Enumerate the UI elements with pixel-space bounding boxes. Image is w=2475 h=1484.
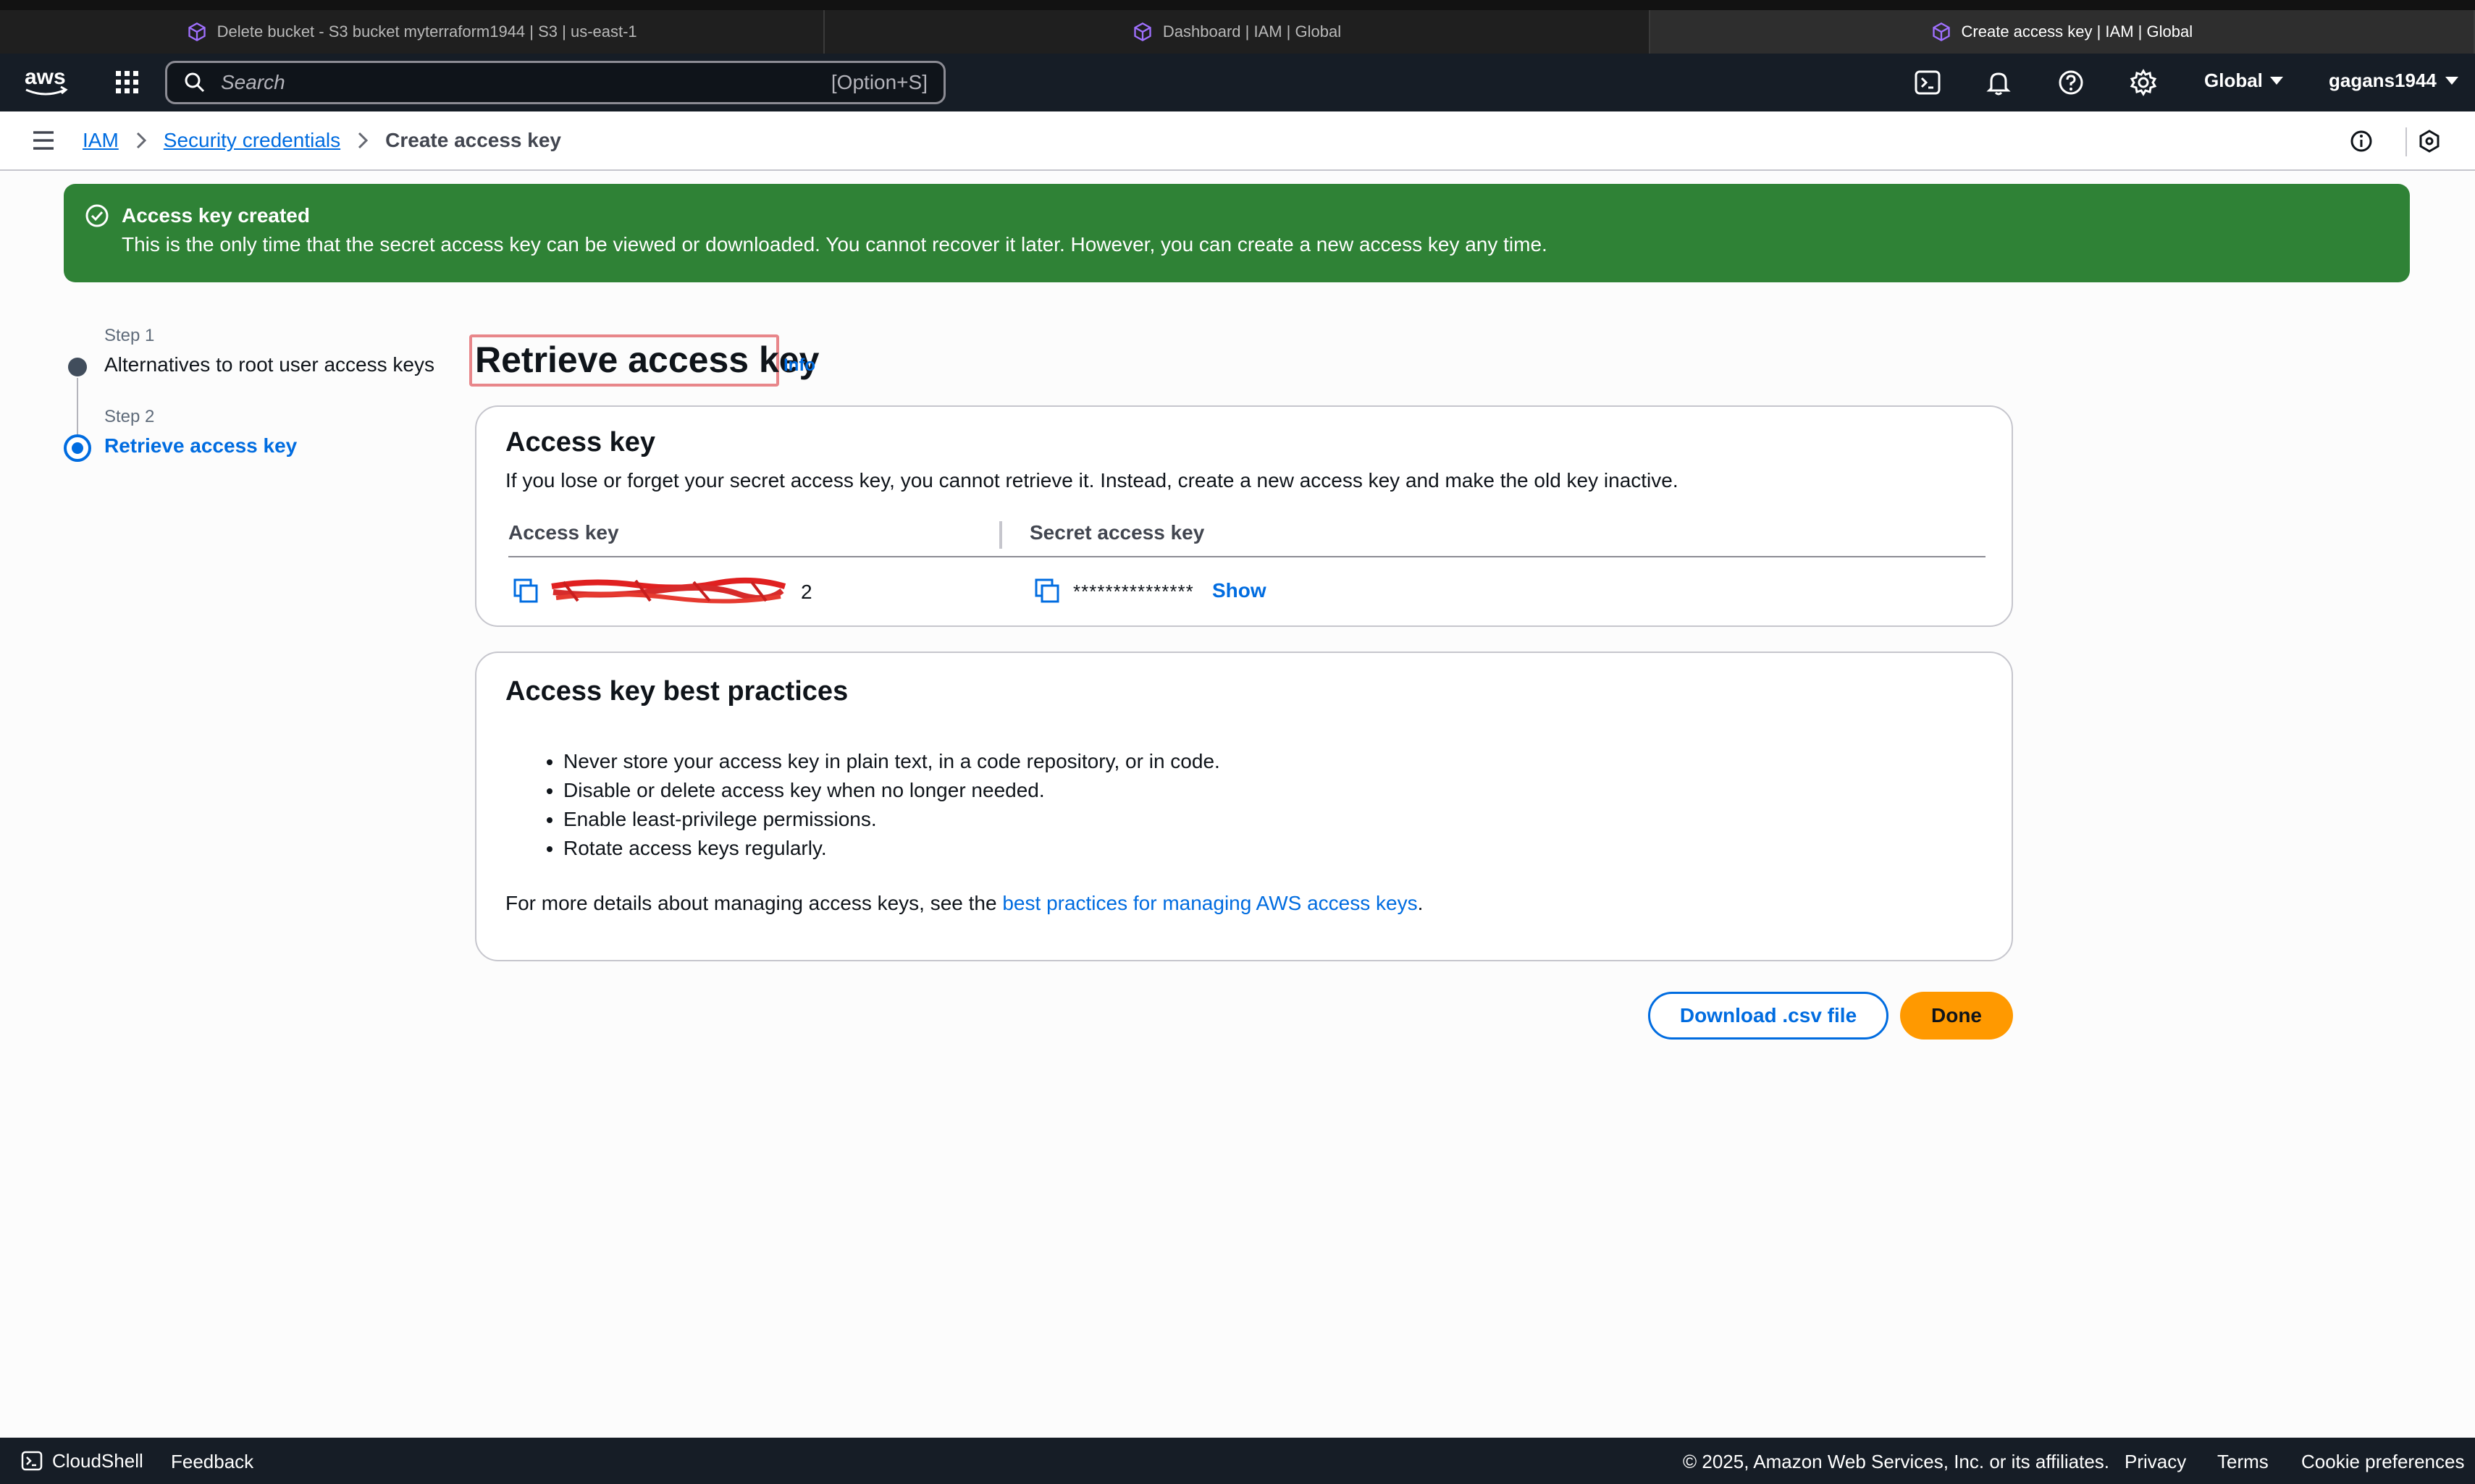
aws-cube-icon — [1134, 22, 1151, 42]
search-icon — [185, 72, 205, 93]
privacy-link[interactable]: Privacy — [2125, 1451, 2186, 1473]
step-connector — [77, 378, 78, 434]
column-divider — [999, 521, 1002, 549]
help-icon[interactable] — [2056, 68, 2085, 97]
account-name: gagans1944 — [2329, 69, 2437, 91]
step-1-indicator — [68, 358, 87, 376]
cookie-preferences-link[interactable]: Cookie preferences — [2301, 1451, 2464, 1473]
best-practices-link[interactable]: best practices for managing AWS access k… — [1002, 892, 1417, 914]
browser-tab[interactable]: Delete bucket - S3 bucket myterraform194… — [0, 10, 825, 54]
done-button[interactable]: Done — [1900, 992, 2013, 1040]
best-practices-list: Never store your access key in plain tex… — [563, 747, 1220, 863]
download-csv-button[interactable]: Download .csv file — [1648, 992, 1888, 1040]
main-content: Access key created This is the only time… — [0, 171, 2475, 1438]
feedback-link[interactable]: Feedback — [171, 1451, 253, 1473]
chevron-right-icon — [358, 132, 369, 149]
browser-tab[interactable]: Dashboard | IAM | Global — [825, 10, 1650, 54]
best-practices-more: For more details about managing access k… — [505, 892, 1423, 915]
column-header-secret-key: Secret access key — [1030, 521, 1205, 544]
column-header-access-key: Access key — [508, 521, 619, 544]
access-key-panel: Access key If you lose or forget your se… — [475, 405, 2013, 627]
console-footer: CloudShell Feedback © 2025, Amazon Web S… — [0, 1438, 2475, 1484]
browser-tab-title: Create access key | IAM | Global — [1961, 22, 2193, 41]
breadcrumb-iam[interactable]: IAM — [83, 129, 119, 152]
aws-cube-icon — [1932, 22, 1950, 42]
step-1-title[interactable]: Alternatives to root user access keys — [104, 353, 434, 376]
more-prefix: For more details about managing access k… — [505, 892, 1003, 914]
search-shortcut: [Option+S] — [831, 71, 928, 93]
aws-logo[interactable]: aws — [22, 64, 70, 100]
page-title: Retrieve access key — [475, 340, 820, 380]
info-circle-icon[interactable] — [2349, 129, 2374, 153]
secret-key-masked: *************** — [1073, 581, 1194, 602]
chevron-right-icon — [136, 132, 146, 149]
flash-title: Access key created — [122, 204, 310, 227]
browser-tab-strip: Delete bucket - S3 bucket myterraform194… — [0, 0, 2475, 54]
svg-text:aws: aws — [25, 65, 66, 89]
aws-cube-icon — [188, 22, 206, 42]
copy-icon[interactable] — [513, 578, 539, 604]
show-secret-link[interactable]: Show — [1212, 579, 1266, 602]
browser-tab-title: Dashboard | IAM | Global — [1162, 22, 1342, 41]
hexagon-settings-icon[interactable] — [2417, 129, 2442, 153]
bell-icon[interactable] — [1984, 68, 2013, 97]
divider — [2405, 127, 2407, 156]
browser-tab-active[interactable]: Create access key | IAM | Global — [1650, 10, 2475, 54]
step-1-label: Step 1 — [104, 326, 155, 345]
aws-top-nav: aws Search [Option+S] Global gagans1944 — [0, 54, 2475, 111]
step-2-indicator — [64, 434, 91, 462]
region-selector[interactable]: Global — [2204, 69, 2283, 92]
access-key-panel-description: If you lose or forget your secret access… — [505, 469, 1678, 492]
gear-icon[interactable] — [2129, 68, 2158, 97]
breadcrumb-bar: IAM Security credentials Create access k… — [0, 111, 2475, 171]
redaction-scribble — [551, 577, 786, 604]
cloudshell-icon — [21, 1451, 43, 1471]
list-item: Never store your access key in plain tex… — [563, 747, 1220, 776]
cloudshell-label: CloudShell — [52, 1449, 143, 1472]
list-item: Rotate access keys regularly. — [563, 834, 1220, 863]
search-input[interactable]: Search [Option+S] — [165, 61, 946, 104]
step-2-title: Retrieve access key — [104, 434, 298, 457]
cloudshell-button[interactable]: CloudShell — [20, 1449, 143, 1472]
menu-icon[interactable] — [32, 130, 55, 151]
breadcrumb: IAM Security credentials Create access k… — [83, 129, 561, 152]
step-2-label: Step 2 — [104, 407, 155, 426]
caret-down-icon — [2445, 77, 2458, 85]
terms-link[interactable]: Terms — [2217, 1451, 2269, 1473]
more-suffix: . — [1417, 892, 1424, 914]
copy-icon[interactable] — [1034, 578, 1060, 604]
success-flash-banner: Access key created This is the only time… — [64, 184, 2410, 282]
list-item: Disable or delete access key when no lon… — [563, 776, 1220, 805]
breadcrumb-current: Create access key — [385, 129, 561, 151]
breadcrumb-security-credentials[interactable]: Security credentials — [164, 129, 340, 152]
search-placeholder: Search — [221, 71, 285, 93]
access-key-panel-title: Access key — [505, 427, 656, 458]
region-label: Global — [2204, 69, 2263, 91]
best-practices-panel: Access key best practices Never store yo… — [475, 652, 2013, 961]
browser-tab-title: Delete bucket - S3 bucket myterraform194… — [217, 22, 637, 41]
caret-down-icon — [2269, 77, 2283, 85]
best-practices-title: Access key best practices — [505, 676, 849, 707]
grid-icon[interactable] — [114, 69, 140, 96]
table-header-line — [508, 556, 1986, 557]
copyright: © 2025, Amazon Web Services, Inc. or its… — [1683, 1451, 2110, 1472]
list-item: Enable least-privilege permissions. — [563, 805, 1220, 834]
access-key-suffix: 2 — [800, 581, 812, 603]
info-link[interactable]: Info — [783, 355, 815, 376]
account-menu[interactable]: gagans1944 — [2329, 69, 2458, 92]
cloudshell-icon[interactable] — [1913, 68, 1942, 97]
check-circle-icon — [85, 204, 109, 227]
flash-message: This is the only time that the secret ac… — [122, 233, 1547, 256]
